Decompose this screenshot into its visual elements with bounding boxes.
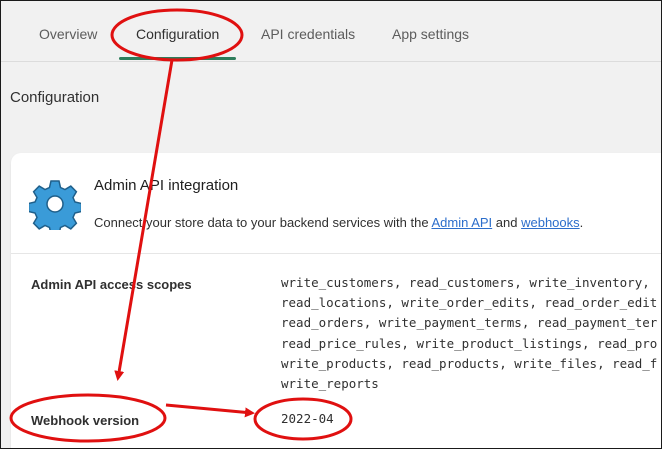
- admin-api-link[interactable]: Admin API: [431, 215, 492, 230]
- card-description: Connect your store data to your backend …: [94, 215, 583, 230]
- tab-api-credentials[interactable]: API credentials: [261, 26, 355, 42]
- gear-icon: [29, 180, 81, 230]
- active-tab-indicator: [119, 57, 236, 60]
- card-title: Admin API integration: [94, 177, 239, 194]
- scope-line: read_orders, write_payment_terms, read_p…: [281, 315, 658, 331]
- tab-app-settings[interactable]: App settings: [392, 26, 469, 42]
- tab-configuration[interactable]: Configuration: [136, 26, 219, 42]
- page-title: Configuration: [10, 89, 100, 106]
- webhook-version-label: Webhook version: [31, 413, 140, 428]
- scope-line: read_price_rules, write_product_listings…: [281, 335, 658, 351]
- scope-line: write_reports: [281, 376, 379, 392]
- scope-line: write_customers, read_customers, write_i…: [281, 275, 650, 290]
- card-divider: [11, 253, 661, 254]
- webhook-version-value: 2022-04: [281, 411, 334, 426]
- tab-bar: Overview Configuration API credentials A…: [1, 1, 661, 62]
- card-description-text: Connect your store data to your backend …: [94, 215, 432, 230]
- tab-overview[interactable]: Overview: [39, 26, 97, 42]
- scope-line: read_locations, write_order_edits, read_…: [281, 295, 658, 311]
- card-description-and: and: [492, 215, 522, 230]
- scopes-list: write_customers, read_customers, write_i…: [281, 273, 661, 394]
- webhooks-link[interactable]: webhooks: [521, 215, 580, 230]
- scopes-label: Admin API access scopes: [31, 277, 192, 292]
- app-frame: Overview Configuration API credentials A…: [0, 0, 662, 449]
- scope-line: write_products, read_products, write_fil…: [281, 355, 658, 371]
- card-description-period: .: [579, 215, 584, 230]
